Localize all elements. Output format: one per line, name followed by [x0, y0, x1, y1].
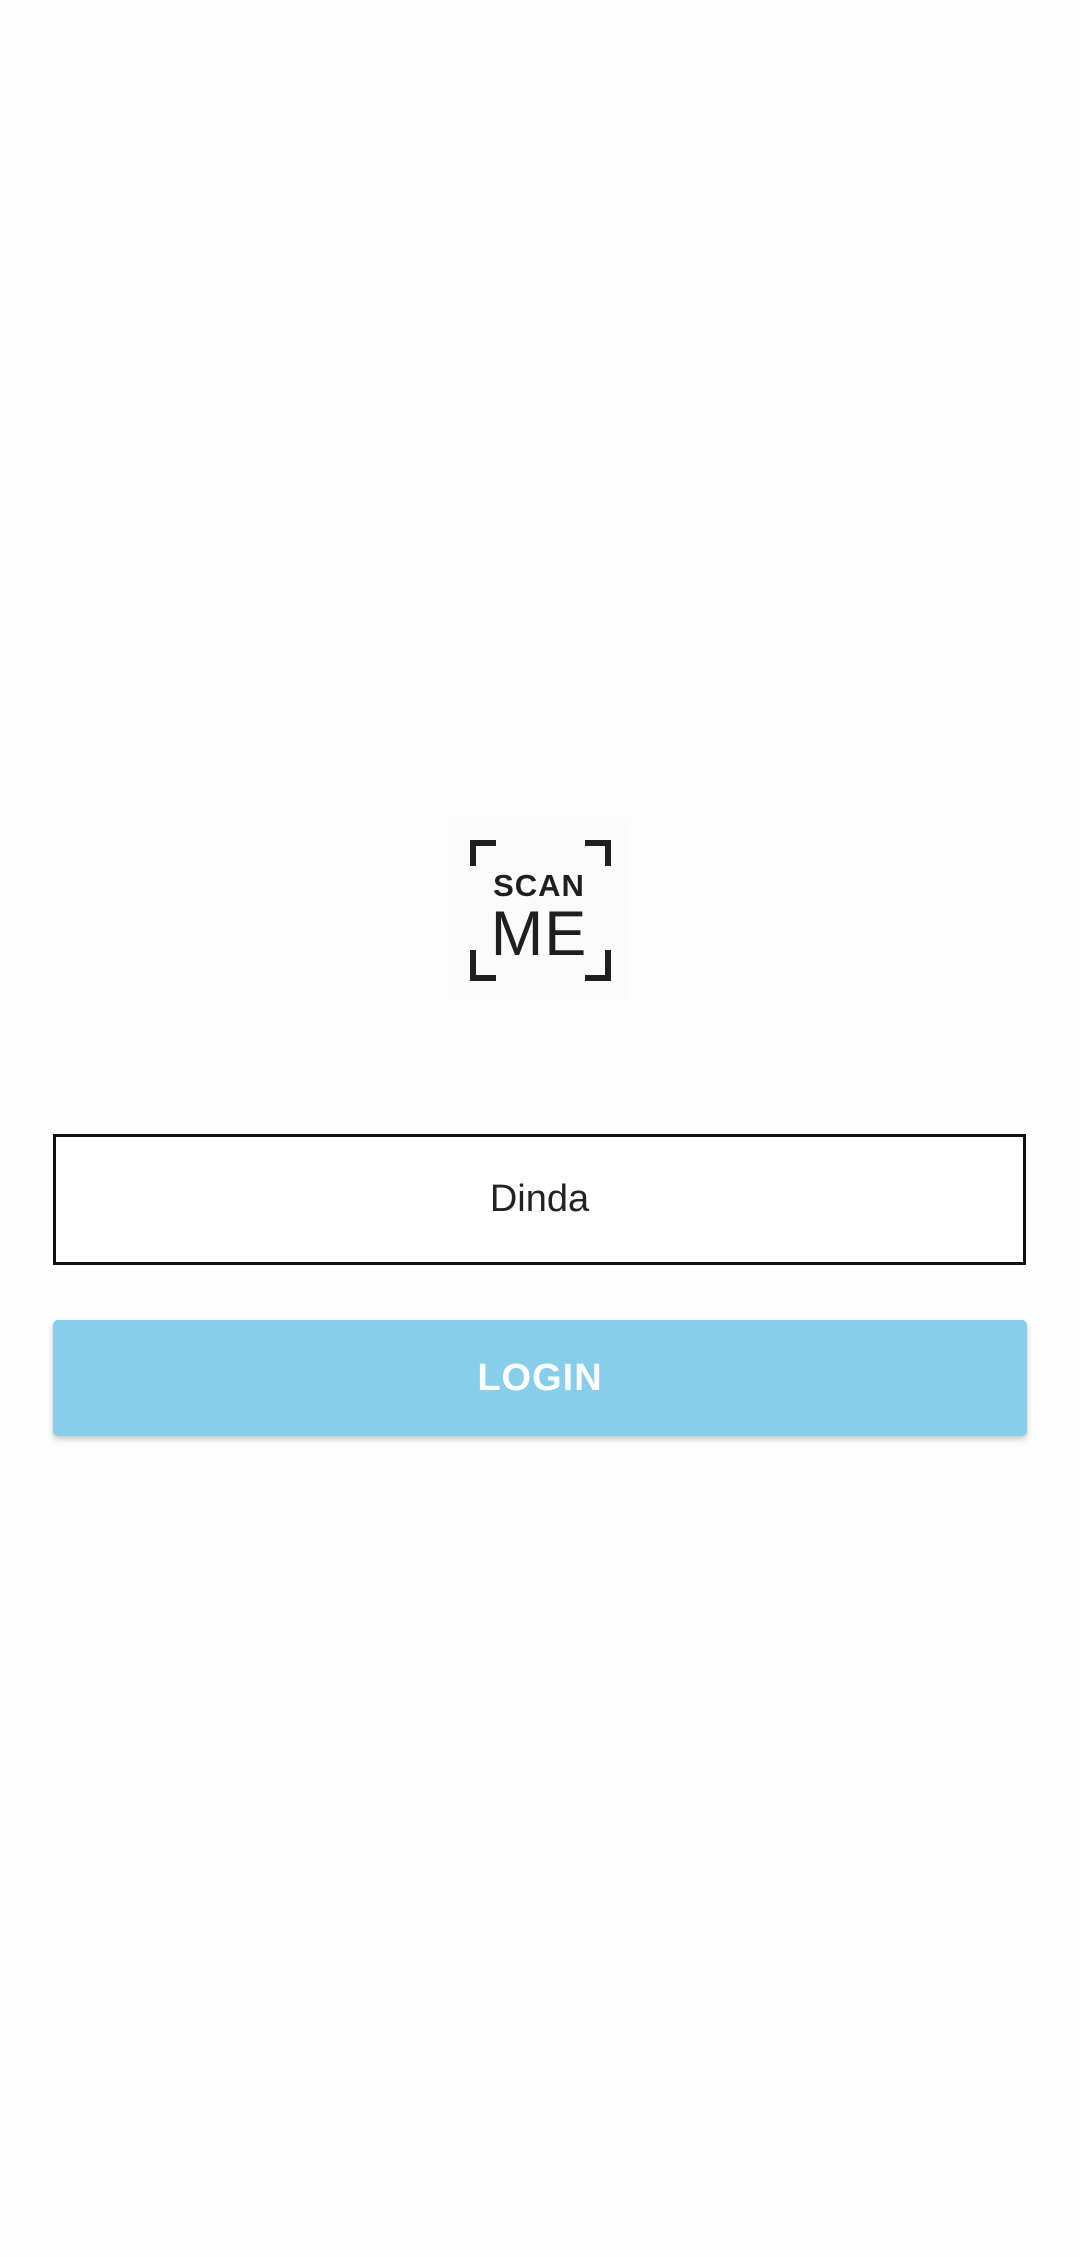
name-input[interactable] — [53, 1134, 1026, 1265]
login-button[interactable]: LOGIN — [53, 1320, 1027, 1436]
scan-me-logo: SCAN ME — [448, 818, 630, 1000]
logo-me-text: ME — [490, 899, 588, 969]
